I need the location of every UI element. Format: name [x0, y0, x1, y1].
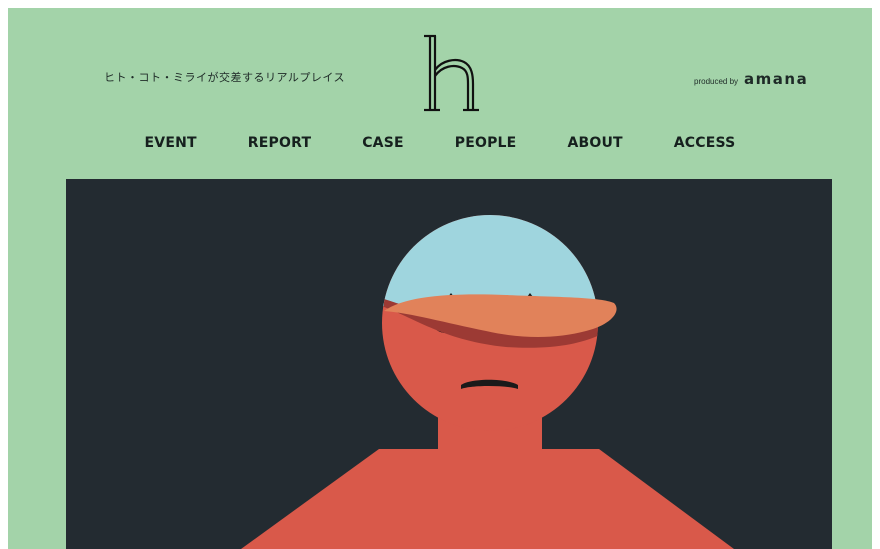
hero-illustration	[66, 179, 832, 549]
figure-illustration	[241, 215, 734, 549]
produced-by-amana[interactable]: produced by amana	[694, 70, 808, 88]
nav-access[interactable]: ACCESS	[674, 135, 736, 151]
main-nav: EVENT REPORT CASE PEOPLE ABOUT ACCESS	[8, 135, 872, 151]
nav-about[interactable]: ABOUT	[567, 135, 622, 151]
nav-people[interactable]: PEOPLE	[455, 135, 517, 151]
nav-case[interactable]: CASE	[362, 135, 404, 151]
amana-brand: amana	[744, 70, 809, 88]
logo-h-icon	[424, 34, 479, 112]
figure-body	[241, 449, 734, 549]
nav-report[interactable]: REPORT	[248, 135, 311, 151]
produced-by-label: produced by	[694, 77, 739, 86]
site-logo[interactable]	[418, 32, 484, 114]
page-frame: ヒト・コト・ミライが交差するリアルプレイス produced by amana …	[8, 8, 872, 549]
nav-event[interactable]: EVENT	[145, 135, 197, 151]
site-tagline: ヒト・コト・ミライが交差するリアルプレイス	[104, 71, 346, 84]
